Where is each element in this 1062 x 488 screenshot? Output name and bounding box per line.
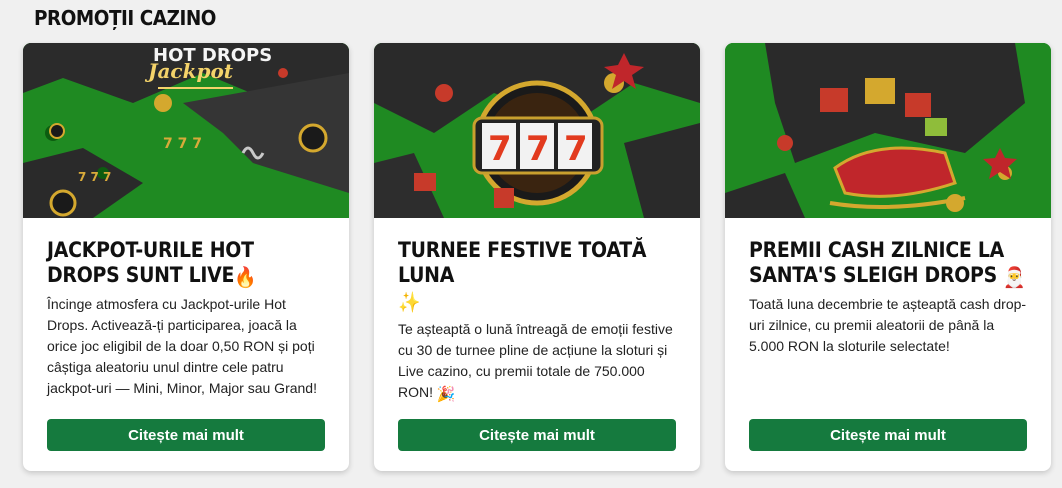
- card-description: Te așteaptă o lună întreagă de emoții fe…: [398, 321, 673, 403]
- fire-icon: 🔥: [234, 265, 257, 289]
- promotions-list: HOT DROPS Jackpot 7 7 7 7 7 7 JACKPOT-UR…: [23, 43, 1051, 471]
- read-more-button[interactable]: Citește mai mult: [47, 419, 325, 451]
- svg-text:7: 7: [488, 129, 512, 169]
- card-title: JACKPOT-URILE HOT DROPS SUNT LIVE🔥: [47, 238, 257, 289]
- promo-banner-festive-tournaments[interactable]: 7 7 7: [374, 43, 700, 218]
- card-title: PREMII CASH ZILNICE LA SANTA'S SLEIGH DR…: [749, 238, 1026, 289]
- promo-card-festive-tournaments: 7 7 7 TURNEE FESTIVE TOATĂ LUNA ✨ Te aște…: [374, 43, 700, 471]
- svg-text:7: 7: [526, 129, 550, 169]
- promo-card-santas-sleigh-drops: PREMII CASH ZILNICE LA SANTA'S SLEIGH DR…: [725, 43, 1051, 471]
- sparkles-icon: ✨: [398, 290, 421, 314]
- svg-text:7: 7: [564, 129, 588, 169]
- santa-sleigh-banner-art: [725, 43, 1051, 218]
- promo-banner-santas-sleigh[interactable]: [725, 43, 1051, 218]
- card-title: TURNEE FESTIVE TOATĂ LUNA ✨: [398, 238, 647, 314]
- read-more-button[interactable]: Citește mai mult: [398, 419, 676, 451]
- promo-banner-hot-drops[interactable]: HOT DROPS Jackpot 7 7 7 7 7 7: [23, 43, 349, 218]
- party-popper-icon: 🎉: [436, 386, 456, 403]
- svg-text:7 7 7: 7 7 7: [78, 170, 111, 184]
- svg-text:Jackpot: Jackpot: [144, 59, 234, 83]
- card-description: Încinge atmosfera cu Jackpot-urile Hot D…: [47, 296, 317, 396]
- card-description: Toată luna decembrie te așteaptă cash dr…: [749, 296, 1027, 354]
- read-more-button[interactable]: Citește mai mult: [749, 419, 1027, 451]
- santa-icon: 🎅: [1003, 265, 1026, 289]
- svg-text:7 7 7: 7 7 7: [163, 136, 202, 152]
- promo-card-hot-drops: HOT DROPS Jackpot 7 7 7 7 7 7 JACKPOT-UR…: [23, 43, 349, 471]
- hot-drops-banner-art: HOT DROPS Jackpot 7 7 7 7 7 7: [23, 43, 349, 218]
- slot-machine-banner-art: 7 7 7: [374, 43, 700, 218]
- section-title: PROMOȚII CAZINO: [34, 6, 216, 30]
